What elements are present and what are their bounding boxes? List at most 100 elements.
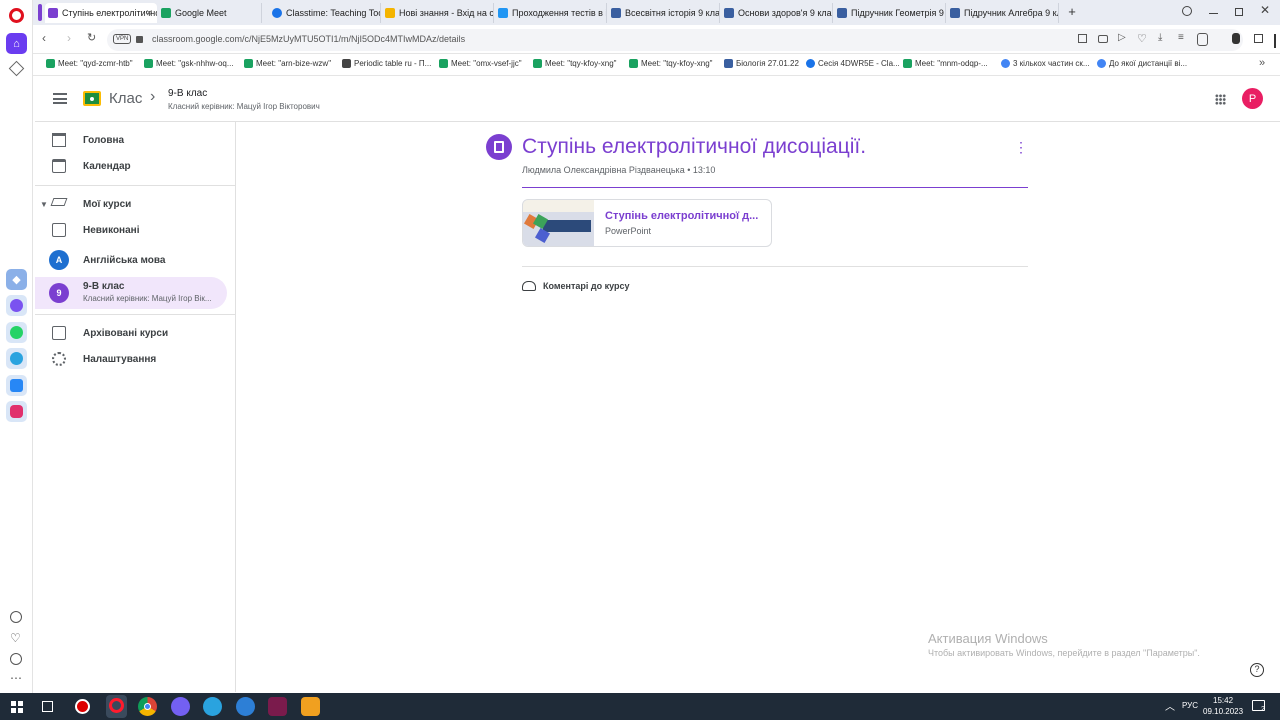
nav-todo[interactable]: Невиконані bbox=[35, 217, 227, 243]
menu-lines-icon[interactable]: ≡ bbox=[1178, 32, 1184, 43]
winrar-icon[interactable] bbox=[268, 697, 287, 716]
nav-course-english[interactable]: А Англійська мова bbox=[35, 247, 227, 273]
bookmark-favicon bbox=[724, 59, 733, 68]
clock-time[interactable]: 15:42 bbox=[1213, 696, 1233, 705]
bookmark[interactable]: Meet: "arn-bize-wzw" bbox=[244, 59, 331, 68]
player-icon[interactable] bbox=[10, 611, 22, 623]
opera-icon[interactable] bbox=[106, 695, 127, 718]
bookmark[interactable]: Meet: "qyd-zcmr-htb" bbox=[46, 59, 133, 68]
language-indicator[interactable]: РУС bbox=[1182, 701, 1198, 710]
scrollbar-track[interactable] bbox=[1274, 34, 1276, 48]
vk-icon[interactable] bbox=[6, 375, 27, 396]
tab[interactable]: Всесвітня історія 9 клас П bbox=[608, 3, 720, 23]
avatar[interactable]: Р bbox=[1242, 88, 1263, 109]
task-view-icon[interactable] bbox=[42, 701, 53, 712]
tab[interactable]: Google Meet bbox=[158, 3, 262, 23]
profile-icon[interactable] bbox=[1197, 33, 1208, 46]
bookmark[interactable]: Meet: "mnm-odqp-... bbox=[903, 59, 988, 68]
tab[interactable]: Проходження тестів в інт bbox=[495, 3, 607, 23]
nav-calendar[interactable]: Календар bbox=[35, 153, 227, 179]
viber-icon[interactable] bbox=[171, 697, 190, 716]
attachment-title[interactable]: Ступінь електролітичної д... bbox=[605, 210, 758, 222]
clock-date[interactable]: 09.10.2023 bbox=[1203, 707, 1243, 716]
file-manager-icon[interactable] bbox=[301, 697, 320, 716]
bookmark[interactable]: До якої дистанції ві... bbox=[1097, 59, 1187, 68]
pin-icon[interactable] bbox=[8, 60, 25, 77]
nav-course-9v[interactable]: 9 9-В клас Класний керівник: Мацуй Ігор … bbox=[35, 277, 227, 309]
nav-archived[interactable]: Архівовані курси bbox=[35, 320, 227, 346]
close-window-button[interactable]: ✕ bbox=[1260, 3, 1270, 17]
app-name[interactable]: Клас bbox=[109, 90, 142, 107]
class-name[interactable]: 9-В клас bbox=[168, 88, 207, 99]
nav-my-courses[interactable]: ▼ Мої курси bbox=[35, 191, 227, 217]
heart-icon[interactable]: ♡ bbox=[1137, 32, 1147, 45]
title-divider bbox=[522, 187, 1028, 188]
tab-favicon bbox=[272, 8, 282, 18]
tab-active[interactable]: Ступінь електролітично ✕ bbox=[45, 3, 157, 23]
nav-label: Головна bbox=[83, 134, 125, 146]
history-icon[interactable] bbox=[10, 653, 22, 665]
instagram-icon[interactable] bbox=[6, 401, 27, 422]
whatsapp-icon[interactable] bbox=[6, 322, 27, 343]
google-icon bbox=[1097, 59, 1106, 68]
edit-icon[interactable] bbox=[1078, 34, 1087, 43]
tab[interactable]: Підручник Алгебра 9 кла bbox=[947, 3, 1059, 23]
home-icon[interactable]: ⌂ bbox=[6, 33, 27, 54]
close-icon[interactable]: ✕ bbox=[145, 8, 153, 19]
reload-icon[interactable]: ↻ bbox=[87, 31, 96, 44]
bookmark[interactable]: Meet: "gsk-nhhw-oq... bbox=[144, 59, 234, 68]
app-icon[interactable] bbox=[236, 697, 255, 716]
aria-icon[interactable]: ◆ bbox=[6, 269, 27, 290]
record-app-icon[interactable] bbox=[73, 697, 92, 716]
bookmark[interactable]: Біологія 27.01.22 bbox=[724, 59, 799, 68]
bookmark[interactable]: Сесія 4DWR5E - Cla... bbox=[806, 59, 900, 68]
messenger-icon[interactable] bbox=[6, 295, 27, 316]
heart-icon[interactable]: ♡ bbox=[10, 631, 21, 645]
more-options-icon[interactable]: ⋮ bbox=[1014, 140, 1028, 157]
new-tab-button[interactable]: + bbox=[1064, 4, 1080, 20]
extensions-icon[interactable] bbox=[1232, 33, 1240, 44]
class-comments[interactable]: Коментарі до курсу bbox=[522, 278, 630, 294]
search-tabs-icon[interactable] bbox=[1182, 6, 1192, 16]
address-bar: ‹ › ↻ VPN classroom.google.com/c/NjE5MzU… bbox=[33, 26, 1280, 54]
tab[interactable]: Classtime: Teaching Tool f bbox=[269, 3, 381, 23]
telegram-icon[interactable] bbox=[203, 697, 222, 716]
activation-title: Активация Windows bbox=[928, 631, 1048, 646]
tab[interactable]: Нові знання - Вхід на сай bbox=[382, 3, 494, 23]
camera-icon[interactable] bbox=[1098, 35, 1108, 43]
bookmark[interactable]: 3 кількох частин ск... bbox=[1001, 59, 1090, 68]
telegram-icon[interactable] bbox=[6, 348, 27, 369]
back-icon[interactable]: ‹ bbox=[42, 31, 46, 45]
forward-icon[interactable]: › bbox=[67, 31, 71, 45]
tab-bar: Ступінь електролітично ✕ Google Meet Clas… bbox=[33, 0, 1280, 25]
bookmark[interactable]: Meet: "tqy-kfoy-xng" bbox=[629, 59, 712, 68]
main-menu-icon[interactable] bbox=[53, 93, 67, 104]
bookmark[interactable]: Meet: "tqy-kfoy-xng" bbox=[533, 59, 616, 68]
bookmarks-more-icon[interactable]: » bbox=[1259, 57, 1265, 69]
windows-start-icon[interactable] bbox=[11, 701, 23, 713]
nav-home[interactable]: Головна bbox=[35, 127, 227, 153]
tab[interactable]: Підручник Геометрія 9 кл bbox=[834, 3, 946, 23]
nav-settings[interactable]: Налаштування bbox=[35, 346, 227, 372]
tab-label: Проходження тестів в інт bbox=[512, 8, 607, 18]
more-icon[interactable]: ⋯ bbox=[10, 671, 22, 685]
help-icon[interactable]: ? bbox=[1250, 663, 1264, 677]
tab[interactable]: Основи здоров'я 9 клас bbox=[721, 3, 833, 23]
bookmark-label: Біологія 27.01.22 bbox=[736, 59, 799, 68]
cube-icon[interactable] bbox=[1254, 34, 1263, 43]
bookmark[interactable]: Meet: "omx-vsef-jjc" bbox=[439, 59, 522, 68]
apps-grid-icon[interactable] bbox=[1215, 94, 1226, 105]
send-icon[interactable]: ▷ bbox=[1118, 32, 1126, 43]
bookmark[interactable]: Periodic table ru - П... bbox=[342, 59, 431, 68]
wiki-icon bbox=[342, 59, 351, 68]
opera-logo-icon[interactable] bbox=[9, 8, 24, 23]
classroom-logo-icon[interactable] bbox=[83, 91, 101, 106]
chrome-icon[interactable] bbox=[138, 697, 157, 716]
tray-chevron-icon[interactable]: ︿ bbox=[1165, 698, 1175, 713]
minimize-button[interactable] bbox=[1209, 13, 1218, 14]
attachment-card[interactable]: Ступінь електролітичної д... PowerPoint bbox=[522, 199, 772, 247]
vpn-badge[interactable]: VPN bbox=[113, 34, 132, 44]
download-icon[interactable]: ⤓ bbox=[1158, 32, 1162, 43]
maximize-button[interactable] bbox=[1235, 8, 1243, 16]
url-field[interactable]: VPN classroom.google.com/c/NjE5MzUyMTU5O… bbox=[107, 29, 1243, 51]
